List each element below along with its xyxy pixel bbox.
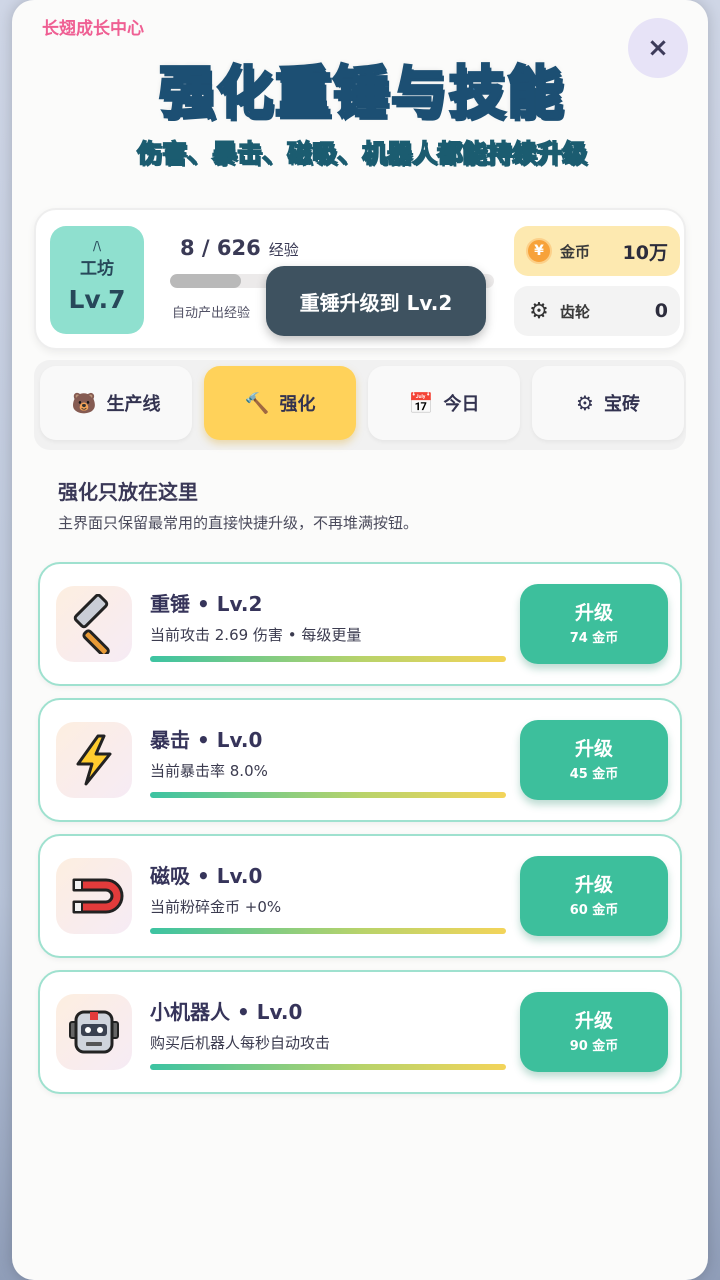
tab-bar: 🐻 生产线 🔨 强化 📅 今日 ⚙ 宝砖 [34, 360, 686, 450]
gear-counter: ⚙ 齿轮 0 [514, 286, 680, 336]
upgrade-button-label: 升级 [574, 874, 613, 896]
robot-icon [56, 994, 132, 1070]
tab-production-line[interactable]: 🐻 生产线 [40, 366, 192, 440]
upgrade-cost: 45 金币 [569, 767, 619, 782]
coin-icon: ¥ [526, 238, 552, 264]
banner-title-part1: 强化 [158, 60, 275, 128]
upgrade-panel: 长翅成长中心 × 强化重锤与技能 伤害、暴击、磁吸、机器人都能持续升级 /\ 工… [12, 0, 708, 1280]
gear-icon: ⚙ [529, 298, 549, 324]
auto-exp-label: 自动产出经验 [172, 306, 251, 321]
upgrade-cost: 60 金币 [569, 903, 619, 918]
upgrade-name: 重锤 • Lv.2 [150, 592, 263, 616]
exp-unit: 经验 [268, 241, 299, 259]
tab-treasure-brick[interactable]: ⚙ 宝砖 [532, 366, 684, 440]
banner-subtitle: 伤害、暴击、磁吸、机器人都能持续升级 [136, 138, 588, 169]
workshop-badge: /\ 工坊 Lv.7 [50, 226, 144, 334]
coin-label: 金币 [560, 242, 591, 261]
banner-title: 强化重锤与技能 [82, 56, 642, 132]
exp-readout: 8 / 626 经验 [180, 236, 299, 260]
upgrade-name: 暴击 • Lv.0 [150, 728, 263, 752]
exp-value: 8 / 626 [180, 236, 261, 260]
upgrade-progress-bar [150, 792, 506, 798]
upgrade-magnet-button[interactable]: 升级 60 金币 [520, 856, 668, 936]
upgrade-name: 小机器人 • Lv.0 [150, 1000, 303, 1024]
upgrade-description: 当前暴击率 8.0% [150, 762, 268, 780]
exp-progress-fill [170, 274, 242, 288]
tab-label: 今日 [443, 394, 480, 415]
toast-message: 重锤升级到 Lv.2 [266, 266, 486, 336]
close-icon: × [647, 33, 669, 63]
upgrade-description: 当前粉碎金币 +0% [150, 898, 282, 916]
upgrade-card-hammer: 重锤 • Lv.2 当前攻击 2.69 伤害 • 每级更量 升级 74 金币 [38, 562, 682, 686]
hammer-icon: 🔨 [244, 391, 270, 415]
bear-icon: 🐻 [71, 391, 97, 415]
upgrade-card-magnet: 磁吸 • Lv.0 当前粉碎金币 +0% 升级 60 金币 [38, 834, 682, 958]
coin-counter: ¥ 金币 10万 [514, 226, 680, 276]
calendar-icon: 📅 [408, 391, 434, 415]
upgrade-cost: 74 金币 [569, 631, 619, 646]
upgrade-name: 磁吸 • Lv.0 [150, 864, 263, 888]
upgrade-progress-bar [150, 1064, 506, 1070]
tab-label: 生产线 [106, 394, 161, 415]
workshop-level: Lv.7 [68, 285, 126, 314]
upgrade-robot-button[interactable]: 升级 90 金币 [520, 992, 668, 1072]
tab-label: 强化 [279, 394, 316, 415]
gear-icon: ⚙ [576, 391, 594, 415]
banner-title-part2: 重锤 [274, 60, 391, 128]
upgrade-hammer-button[interactable]: 升级 74 金币 [520, 584, 668, 664]
upgrade-button-label: 升级 [574, 738, 613, 760]
center-tag: 长翅成长中心 [42, 19, 144, 39]
hammer-icon [56, 586, 132, 662]
tab-label: 宝砖 [603, 394, 640, 415]
section-description: 主界面只保留最常用的直接快捷升级，不再堆满按钮。 [58, 514, 419, 532]
tab-upgrade[interactable]: 🔨 强化 [204, 366, 356, 440]
banner-title-part3: 与技能 [390, 60, 565, 128]
workshop-label: 工坊 [80, 259, 114, 279]
workshop-icon: /\ [92, 239, 102, 253]
upgrade-progress-bar [150, 656, 506, 662]
upgrade-crit-button[interactable]: 升级 45 金币 [520, 720, 668, 800]
upgrade-button-label: 升级 [574, 602, 613, 624]
magnet-icon [56, 858, 132, 934]
upgrade-card-robot: 小机器人 • Lv.0 购买后机器人每秒自动攻击 升级 90 金币 [38, 970, 682, 1094]
gear-value: 0 [654, 300, 668, 322]
upgrade-button-label: 升级 [574, 1010, 613, 1032]
upgrade-cost: 90 金币 [569, 1039, 619, 1054]
section-title: 强化只放在这里 [58, 480, 198, 504]
gear-label: 齿轮 [560, 302, 591, 321]
upgrade-progress-bar [150, 928, 506, 934]
coin-value: 10万 [622, 241, 668, 264]
tab-today[interactable]: 📅 今日 [368, 366, 520, 440]
banner: 强化重锤与技能 伤害、暴击、磁吸、机器人都能持续升级 [82, 56, 642, 186]
upgrade-description: 购买后机器人每秒自动攻击 [150, 1034, 331, 1052]
upgrade-card-crit: 暴击 • Lv.0 当前暴击率 8.0% 升级 45 金币 [38, 698, 682, 822]
upgrade-description: 当前攻击 2.69 伤害 • 每级更量 [150, 626, 362, 644]
lightning-icon [56, 722, 132, 798]
